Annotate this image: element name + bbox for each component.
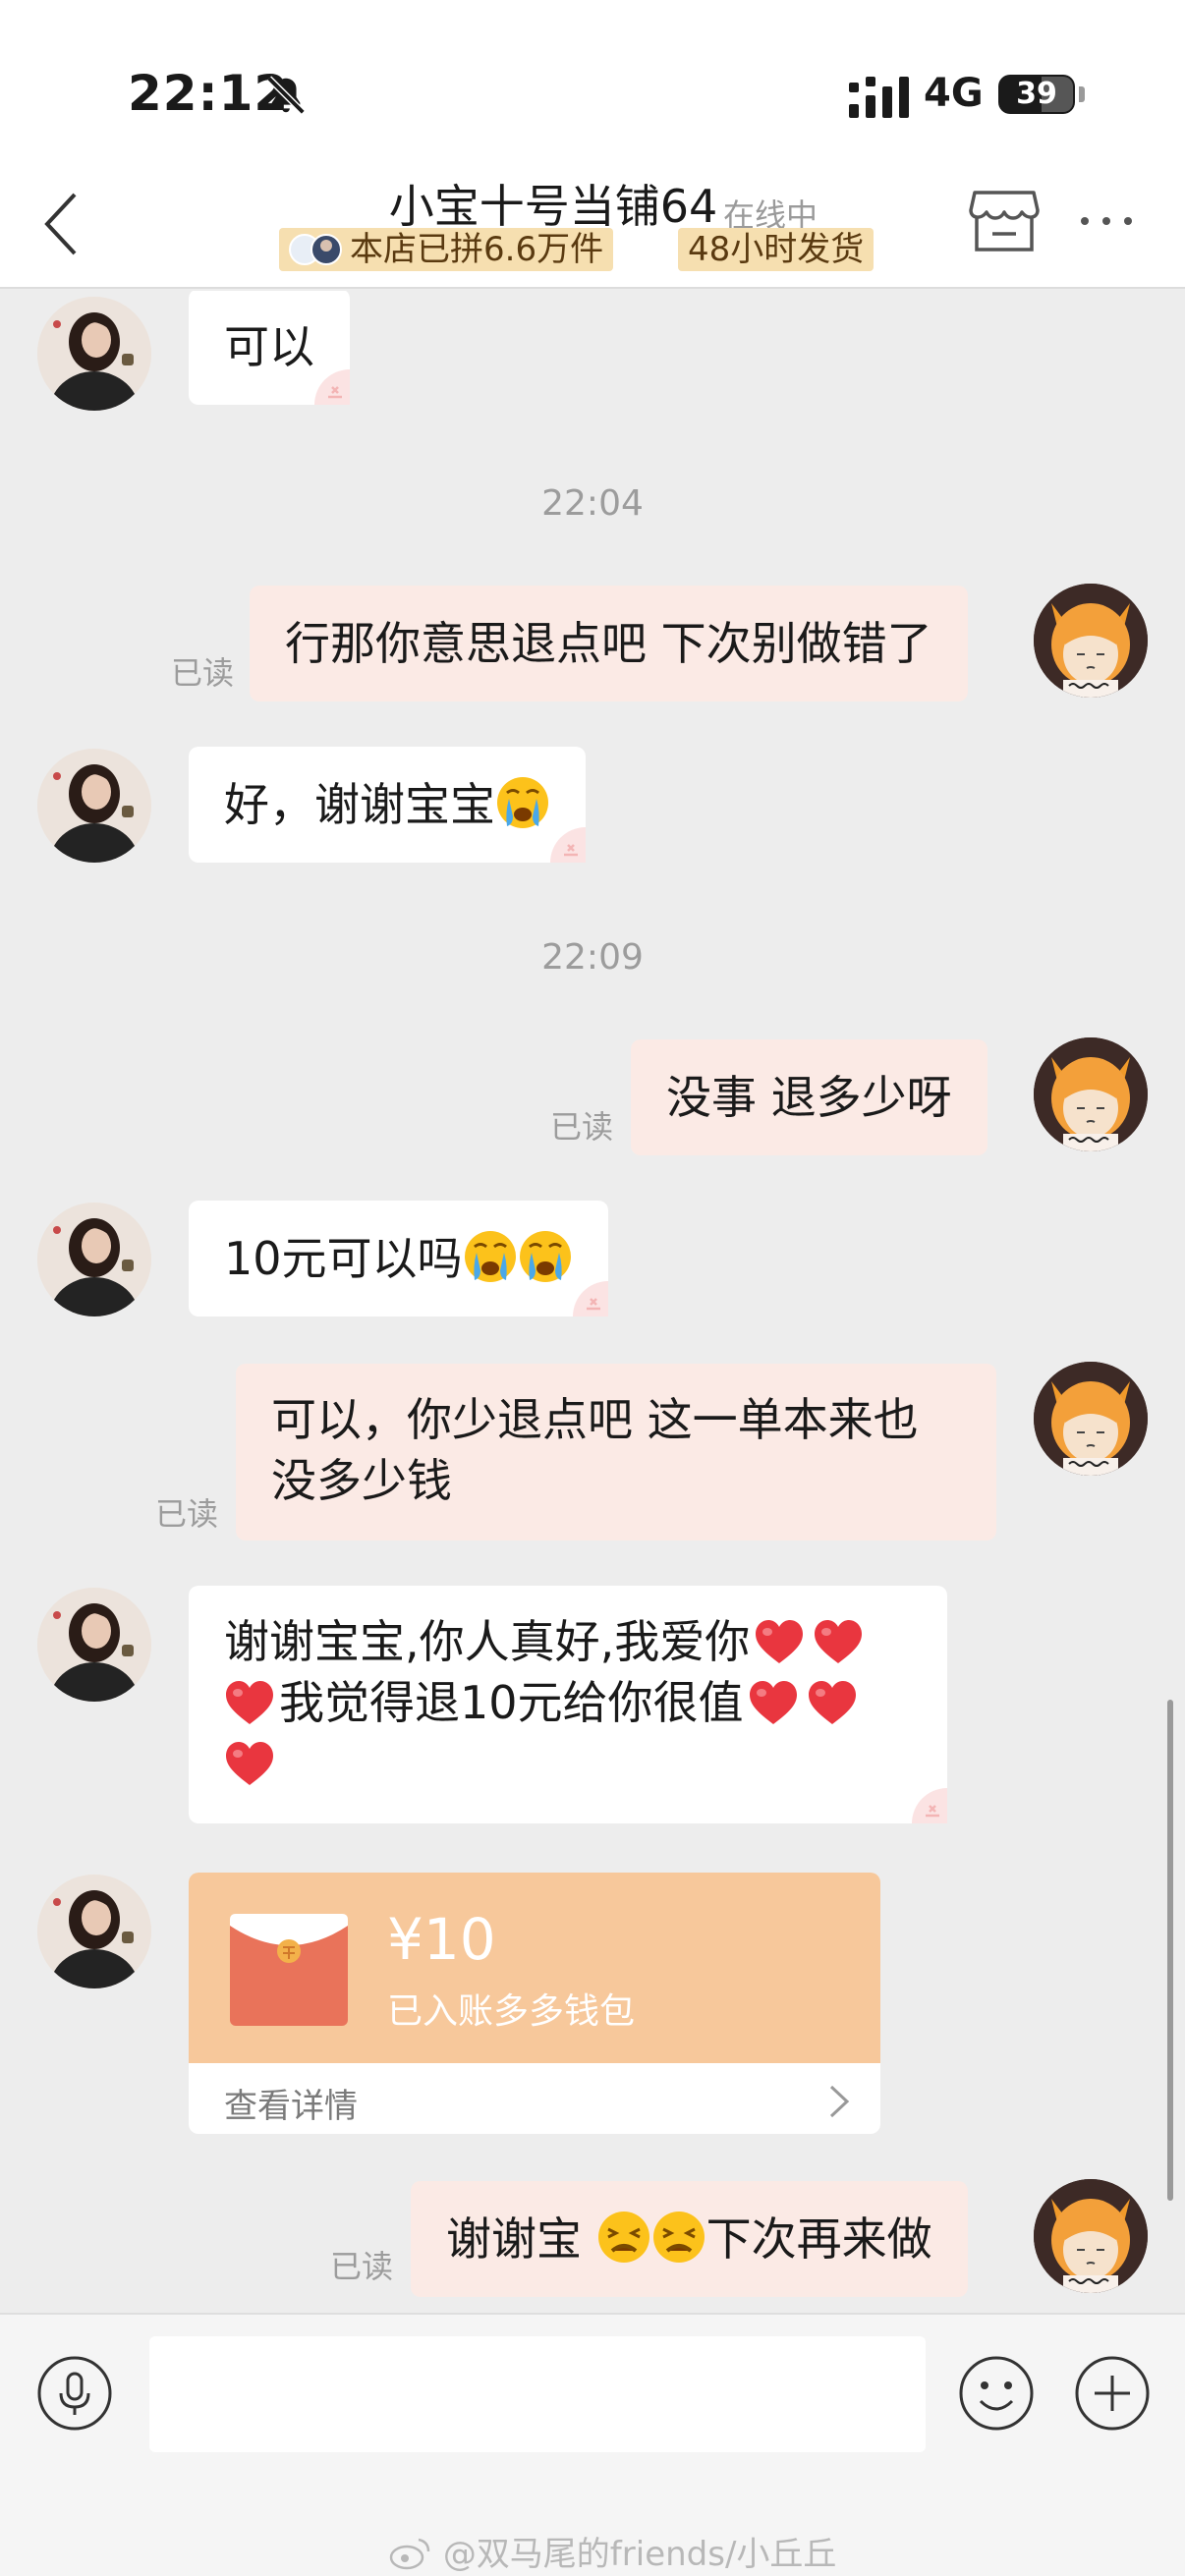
my-avatar[interactable] bbox=[1034, 1362, 1148, 1476]
read-receipt: 已读 bbox=[550, 1108, 614, 1146]
more-icon[interactable] bbox=[1077, 196, 1136, 246]
tag-shipping[interactable]: 48小时发货 bbox=[678, 228, 875, 271]
message-bubble-incoming[interactable]: 谢谢宝宝,你人真好,我爱你 我觉得退10元给你很值 bbox=[189, 1586, 947, 1823]
contact-avatar[interactable] bbox=[37, 1588, 151, 1702]
message-input[interactable] bbox=[149, 2336, 926, 2452]
battery-tip bbox=[1079, 86, 1085, 102]
battery-indicator: 39 bbox=[998, 75, 1075, 114]
tag-sold-count[interactable]: 本店已拼6.6万件 bbox=[279, 228, 614, 271]
read-receipt: 已读 bbox=[171, 654, 235, 692]
battery-level-text: 39 bbox=[1016, 77, 1057, 111]
red-packet-amount: ¥10 bbox=[387, 1906, 496, 1973]
contact-avatar[interactable] bbox=[37, 297, 151, 411]
shop-name[interactable]: 小宝十号当铺64 bbox=[389, 180, 718, 233]
my-avatar[interactable] bbox=[1034, 584, 1148, 698]
red-envelope-icon bbox=[230, 1914, 348, 2026]
message-text: 好，谢谢宝宝 bbox=[224, 778, 495, 831]
watermark-text: @双马尾的friends/小丘丘 bbox=[442, 2535, 837, 2574]
pin-stamp-icon bbox=[571, 1279, 608, 1316]
heart-emoji-icon bbox=[226, 1681, 273, 1724]
tag-sold-text: 本店已拼6.6万件 bbox=[350, 230, 604, 269]
crying-emoji-icon bbox=[495, 775, 550, 830]
message-text: 没事 退多少呀 bbox=[666, 1071, 952, 1124]
plus-icon[interactable] bbox=[1073, 2354, 1152, 2433]
weibo-logo-icon bbox=[389, 2538, 430, 2570]
view-details-link[interactable]: 查看详情 bbox=[224, 2079, 358, 2127]
contact-avatar[interactable] bbox=[37, 1203, 151, 1316]
message-bubble-outgoing[interactable]: 没事 退多少呀 bbox=[631, 1039, 988, 1155]
message-bubble-incoming[interactable]: 好，谢谢宝宝 bbox=[189, 747, 586, 863]
chat-header: 小宝十号当铺64 在线中 本店已拼6.6万件 48小时发货 bbox=[0, 167, 1185, 289]
input-bar: @双马尾的friends/小丘丘 bbox=[0, 2313, 1185, 2576]
message-text: 行那你意思退点吧 下次别做错了 bbox=[285, 617, 932, 670]
time-separator: 22:09 bbox=[541, 937, 644, 978]
time-separator: 22:04 bbox=[541, 483, 644, 524]
watermark: @双马尾的friends/小丘丘 bbox=[389, 2527, 836, 2575]
message-text-line: 谢谢宝宝,你人真好,我爱你 bbox=[224, 1611, 912, 1672]
contact-avatar[interactable] bbox=[37, 749, 151, 863]
heart-emoji-icon bbox=[808, 1681, 856, 1724]
emoji-icon[interactable] bbox=[957, 2354, 1036, 2433]
message-bubble-outgoing[interactable]: 可以，你少退点吧 这一单本来也 没多少钱 bbox=[236, 1364, 996, 1540]
read-receipt: 已读 bbox=[330, 2248, 394, 2285]
message-bubble-incoming[interactable]: 可以 bbox=[189, 291, 350, 405]
buyer-avatars-icon bbox=[289, 234, 342, 265]
heart-emoji-icon bbox=[749, 1681, 797, 1724]
message-bubble-outgoing[interactable]: 谢谢宝 下次再来做 bbox=[411, 2181, 968, 2297]
message-bubble-incoming[interactable]: 10元可以吗 bbox=[189, 1201, 608, 1316]
contact-avatar[interactable] bbox=[37, 1875, 151, 1988]
read-receipt: 已读 bbox=[155, 1495, 219, 1533]
message-text-line: 我觉得退10元给你很值 bbox=[224, 1672, 912, 1733]
network-type: 4G bbox=[924, 71, 984, 116]
red-packet-header: ¥10 已入账多多钱包 bbox=[189, 1873, 880, 2063]
pin-stamp-icon bbox=[312, 367, 350, 405]
message-text: 可以 bbox=[224, 320, 314, 373]
heart-emoji-icon bbox=[815, 1620, 863, 1663]
store-icon[interactable] bbox=[969, 189, 1040, 253]
crying-emoji-icon bbox=[518, 1229, 573, 1284]
crying-emoji-icon bbox=[463, 1229, 518, 1284]
message-text-line: 可以，你少退点吧 这一单本来也 bbox=[271, 1393, 919, 1446]
heart-emoji-icon bbox=[756, 1620, 804, 1663]
message-text: 10元可以吗 bbox=[224, 1232, 463, 1285]
message-text-line bbox=[224, 1733, 912, 1794]
chat-messages[interactable]: 可以 22:04 已读 行那你意思退点吧 下次别做错了 好，谢谢宝宝 22:09… bbox=[0, 291, 1185, 2313]
message-bubble-outgoing[interactable]: 行那你意思退点吧 下次别做错了 bbox=[250, 586, 968, 701]
message-text: 谢谢宝 bbox=[446, 2212, 582, 2266]
scrollbar-thumb[interactable] bbox=[1167, 1700, 1173, 2201]
signal-icon bbox=[849, 77, 909, 118]
tired-emoji-icon bbox=[595, 2210, 651, 2265]
pin-stamp-icon bbox=[910, 1786, 947, 1823]
my-avatar[interactable] bbox=[1034, 1037, 1148, 1151]
message-text-line: 没多少钱 bbox=[271, 1454, 452, 1507]
chevron-right-icon bbox=[829, 2085, 850, 2118]
my-avatar[interactable] bbox=[1034, 2179, 1148, 2293]
message-text: 谢谢宝宝,你人真好,我爱你 bbox=[224, 1615, 751, 1668]
red-packet-status: 已入账多多钱包 bbox=[387, 1991, 636, 2032]
message-text: 下次再来做 bbox=[705, 2212, 932, 2266]
pin-stamp-icon bbox=[548, 825, 586, 863]
status-bar: 22:12 4G 39 bbox=[0, 0, 1185, 167]
bell-off-icon bbox=[266, 76, 306, 115]
tired-emoji-icon bbox=[650, 2210, 706, 2265]
message-text: 我觉得退10元给你很值 bbox=[279, 1676, 744, 1729]
heart-emoji-icon bbox=[226, 1742, 273, 1785]
red-packet-card[interactable]: ¥10 已入账多多钱包 查看详情 bbox=[189, 1873, 880, 2134]
voice-icon[interactable] bbox=[35, 2354, 114, 2433]
